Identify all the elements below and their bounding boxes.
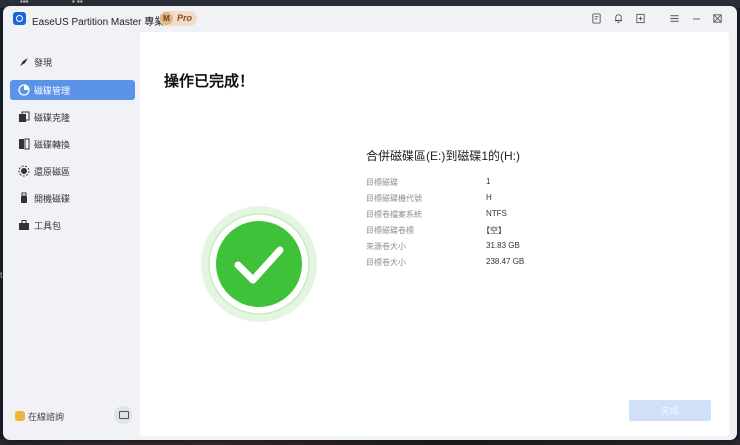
usb-icon (21, 192, 27, 203)
hand-icon (15, 411, 25, 421)
sidebar-item-label: 磁碟管理 (34, 86, 71, 96)
detail-row: 目標卷檔案系統 NTFS (366, 209, 666, 223)
clone-icon (19, 111, 30, 122)
detail-value: 【空】 (482, 226, 506, 235)
sidebar: 發現 磁碟管理 磁碟克隆 磁碟轉換 還原磁區 開機磁碟 工具包 在線諮詢 (3, 32, 140, 440)
detail-label: 目標磁碟卷標 (366, 226, 414, 235)
success-check-icon (201, 206, 317, 322)
sidebar-item-disk-management[interactable]: 磁碟管理 (10, 80, 135, 100)
sidebar-item-disk-convert[interactable]: 磁碟轉換 (10, 134, 135, 154)
sidebar-item-label: 還原磁區 (34, 167, 71, 177)
notification-icon[interactable] (613, 13, 624, 24)
sidebar-item-boot-disk[interactable]: 開機磁碟 (10, 188, 135, 208)
operation-title: 合併磁碟區(E:)到磁碟1的(H:) (366, 149, 520, 163)
sidebar-item-disk-clone[interactable]: 磁碟克隆 (10, 107, 135, 127)
badge-text: Pro (177, 13, 193, 23)
login-icon[interactable] (635, 13, 646, 24)
sidebar-item-discover[interactable]: 發現 (10, 52, 135, 72)
badge-letter: M (160, 12, 173, 25)
detail-row: 目標卷大小 238.47 GB (366, 257, 666, 271)
compass-icon (20, 58, 28, 66)
detail-row: 目標磁碟卷標 【空】 (366, 225, 666, 239)
app-window: EaseUS Partition Master 專業版 M Pro 發現 磁碟管… (3, 6, 737, 440)
help-label: 在線諮詢 (28, 412, 65, 422)
settings-icon[interactable] (669, 13, 680, 24)
sidebar-item-toolbox[interactable]: 工具包 (10, 215, 135, 235)
detail-row: 目標磁碟機代號 H (366, 193, 666, 207)
pro-badge[interactable]: M Pro (159, 11, 197, 26)
detail-label: 目標磁碟機代號 (366, 194, 422, 203)
detail-label: 目標卷檔案系統 (366, 210, 422, 219)
sidebar-item-label: 磁碟克隆 (34, 113, 71, 123)
sidebar-item-label: 開機磁碟 (34, 194, 71, 204)
sidebar-item-label: 工具包 (34, 221, 62, 231)
detail-label: 目標卷大小 (366, 258, 406, 267)
detail-value: H (486, 193, 492, 202)
pie-chart-icon (18, 84, 30, 96)
minimize-icon[interactable] (691, 13, 702, 24)
sidebar-item-label: 磁碟轉換 (34, 140, 71, 150)
window-close-icon[interactable] (712, 13, 723, 24)
toolbox-icon (19, 220, 29, 230)
page-title: 操作已完成！ (164, 73, 255, 90)
app-title: EaseUS Partition Master 專業版 (32, 17, 175, 28)
detail-row: 目標磁碟 1 (366, 177, 666, 191)
finish-button[interactable]: 完成 (629, 400, 711, 421)
sidebar-item-partition-recovery[interactable]: 還原磁區 (10, 161, 135, 181)
convert-icon (19, 138, 30, 150)
recovery-icon (18, 165, 30, 177)
title-bar: EaseUS Partition Master 專業版 M Pro (3, 6, 737, 32)
app-logo-icon (13, 12, 26, 25)
detail-value: 1 (486, 177, 491, 186)
chat-button[interactable] (114, 406, 132, 424)
online-help-link[interactable]: 在線諮詢 (15, 410, 64, 423)
feedback-icon[interactable] (591, 13, 602, 24)
detail-value: NTFS (486, 209, 507, 218)
detail-value: 238.47 GB (486, 257, 525, 266)
sidebar-item-label: 發現 (34, 58, 53, 68)
detail-row: 來源卷大小 31.83 GB (366, 241, 666, 255)
detail-value: 31.83 GB (486, 241, 520, 250)
main-panel: 操作已完成！ 合併磁碟區(E:)到磁碟1的(H:) 目標磁碟 1 目標磁碟機代號… (140, 32, 729, 436)
detail-label: 目標磁碟 (366, 178, 398, 187)
detail-label: 來源卷大小 (366, 242, 406, 251)
